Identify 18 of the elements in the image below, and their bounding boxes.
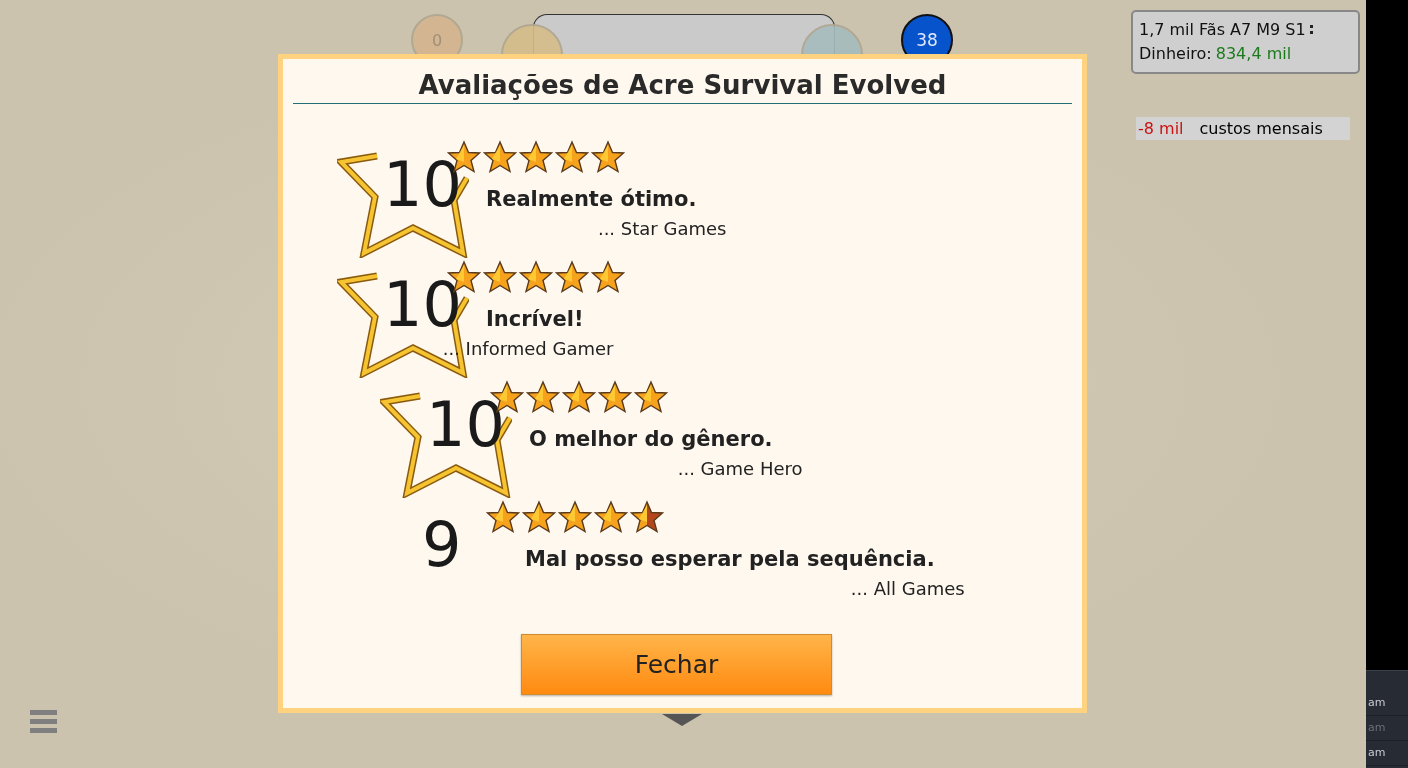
costs-amount: -8 mil [1138, 119, 1184, 138]
review-source: ... Star Games [597, 218, 727, 240]
review-quote: Mal posso esperar pela sequência. [525, 546, 936, 572]
review-source: ... Informed Gamer [442, 338, 614, 360]
review-source: ... All Games [850, 578, 965, 600]
money-value: 834,4 mil [1215, 43, 1292, 65]
fans-stats: 1,7 mil Fãs A7 M9 S1 [1139, 19, 1306, 41]
money-label: Dinheiro: [1139, 43, 1212, 65]
dialog-title: Avaliações de Acre Survival Evolved [293, 59, 1072, 104]
review-quote: Incrível! [486, 306, 585, 332]
review-quote: Realmente ótimo. [486, 186, 698, 212]
review-quote: O melhor do gênero. [529, 426, 774, 452]
review-score: 9 [422, 510, 462, 580]
review-source: ... Game Hero [677, 458, 803, 480]
costs-label: custos mensais [1199, 119, 1323, 138]
review-score: 10 [426, 390, 505, 460]
review-score: 10 [383, 150, 462, 220]
review-score: 10 [383, 270, 462, 340]
